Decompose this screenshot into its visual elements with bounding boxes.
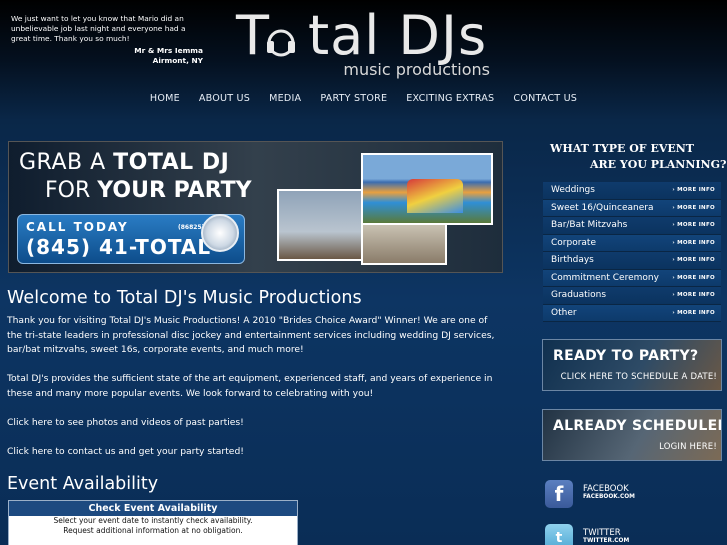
testimonial-location: Airmont, NY xyxy=(152,56,203,65)
twitter-link[interactable]: t TWITTER TWITTER.COM xyxy=(545,524,715,545)
event-label: Other xyxy=(551,307,577,318)
nav-party-store[interactable]: PARTY STORE xyxy=(320,93,387,104)
event-label: Commitment Ceremony xyxy=(551,272,659,283)
nav-about-us[interactable]: ABOUT US xyxy=(199,93,250,104)
main-content: Welcome to Total DJ's Music Productions … xyxy=(7,288,503,498)
phone-number: (845) 41-TOTAL xyxy=(26,235,212,259)
availability-line2: Request additional information at no obl… xyxy=(63,526,243,535)
facebook-icon: f xyxy=(545,480,573,508)
ready-to-party-button[interactable]: READY TO PARTY? CLICK HERE TO SCHEDULE A… xyxy=(542,339,722,391)
scheduled-title: ALREADY SCHEDULED? xyxy=(553,418,722,434)
more-info-link[interactable]: › MORE INFO xyxy=(672,222,715,228)
ready-title: READY TO PARTY? xyxy=(553,348,699,364)
photos-videos-link[interactable]: Click here to see photos and videos of p… xyxy=(7,416,503,431)
event-item-mitzvahs[interactable]: Bar/Bat Mitzvahs › MORE INFO xyxy=(543,217,721,235)
twitter-url: TWITTER.COM xyxy=(583,538,630,544)
nav-contact-us[interactable]: CONTACT US xyxy=(513,93,577,104)
more-info-link[interactable]: › MORE INFO xyxy=(672,187,715,193)
award-seal-icon xyxy=(201,214,239,252)
event-label: Graduations xyxy=(551,290,607,301)
availability-line1: Select your event date to instantly chec… xyxy=(53,516,253,525)
event-label: Birthdays xyxy=(551,255,594,266)
page-title: Welcome to Total DJ's Music Productions xyxy=(7,288,362,308)
event-type-list: Weddings › MORE INFO Sweet 16/Quinceanera… xyxy=(543,182,721,322)
scheduled-subtitle: LOGIN HERE! xyxy=(659,442,717,452)
twitter-name: TWITTER xyxy=(583,528,621,538)
availability-widget-title: Check Event Availability xyxy=(9,501,297,516)
sidebar-title-line1: WHAT TYPE OF EVENT xyxy=(550,142,694,155)
more-info-link[interactable]: › MORE INFO xyxy=(672,205,715,211)
intro-paragraph: Thank you for visiting Total DJ's Music … xyxy=(7,315,495,355)
facebook-name: FACEBOOK xyxy=(583,484,629,494)
photo-inflatable-slide xyxy=(361,153,493,225)
promo-banner[interactable]: GRAB A TOTAL DJ FOR YOUR PARTY CALL TODA… xyxy=(8,141,503,273)
event-label: Sweet 16/Quinceanera xyxy=(551,202,654,213)
nav-home[interactable]: HOME xyxy=(150,93,180,104)
ready-subtitle: CLICK HERE TO SCHEDULE A DATE! xyxy=(560,372,717,382)
already-scheduled-button[interactable]: ALREADY SCHEDULED? LOGIN HERE! xyxy=(542,409,722,461)
testimonial-author: Mr & Mrs Iemma xyxy=(134,46,203,55)
sidebar-title-line2: ARE YOU PLANNING? xyxy=(590,158,727,171)
nav-exciting-extras[interactable]: EXCITING EXTRAS xyxy=(406,93,494,104)
event-item-weddings[interactable]: Weddings › MORE INFO xyxy=(543,182,721,200)
sidebar-title: WHAT TYPE OF EVENT ARE YOU PLANNING? xyxy=(550,141,726,173)
more-info-link[interactable]: › MORE INFO xyxy=(672,275,715,281)
more-info-link[interactable]: › MORE INFO xyxy=(672,240,715,246)
event-availability-heading: Event Availability xyxy=(7,473,159,494)
availability-widget[interactable]: Check Event Availability Select your eve… xyxy=(8,500,298,545)
event-item-birthdays[interactable]: Birthdays › MORE INFO xyxy=(543,252,721,270)
testimonial-quote: We just want to let you know that Mario … xyxy=(11,14,186,43)
contact-link[interactable]: Click here to contact us and get your pa… xyxy=(7,445,503,460)
event-item-corporate[interactable]: Corporate › MORE INFO xyxy=(543,234,721,252)
event-label: Corporate xyxy=(551,237,596,248)
testimonial: We just want to let you know that Mario … xyxy=(11,14,203,66)
event-item-other[interactable]: Other › MORE INFO xyxy=(543,304,721,322)
more-info-link[interactable]: › MORE INFO xyxy=(672,310,715,316)
headphones-icon xyxy=(267,29,295,57)
photo-dj-setup xyxy=(277,189,363,261)
more-info-link[interactable]: › MORE INFO xyxy=(672,257,715,263)
facebook-link[interactable]: f FACEBOOK FACEBOOK.COM xyxy=(545,480,715,510)
event-label: Bar/Bat Mitzvahs xyxy=(551,220,628,231)
banner-line2: FOR YOUR PARTY xyxy=(45,178,252,203)
event-item-commitment[interactable]: Commitment Ceremony › MORE INFO xyxy=(543,269,721,287)
site-logo[interactable]: Ttal DJs music productions xyxy=(236,6,496,84)
event-item-graduations[interactable]: Graduations › MORE INFO xyxy=(543,287,721,305)
event-label: Weddings xyxy=(551,185,595,196)
main-nav: HOME ABOUT US MEDIA PARTY STORE EXCITING… xyxy=(0,93,727,104)
call-today-label: CALL TODAY xyxy=(26,220,129,234)
nav-media[interactable]: MEDIA xyxy=(269,93,301,104)
twitter-icon: t xyxy=(545,524,573,545)
experience-paragraph: Total DJ's provides the sufficient state… xyxy=(7,373,493,399)
more-info-link[interactable]: › MORE INFO xyxy=(672,292,715,298)
facebook-url: FACEBOOK.COM xyxy=(583,494,635,500)
banner-line1: GRAB A TOTAL DJ xyxy=(19,150,230,175)
event-item-sweet16[interactable]: Sweet 16/Quinceanera › MORE INFO xyxy=(543,199,721,217)
photo-party-guests xyxy=(361,223,447,265)
logo-subtitle: music productions xyxy=(343,60,490,79)
inflatable-slide-shape xyxy=(407,179,463,213)
